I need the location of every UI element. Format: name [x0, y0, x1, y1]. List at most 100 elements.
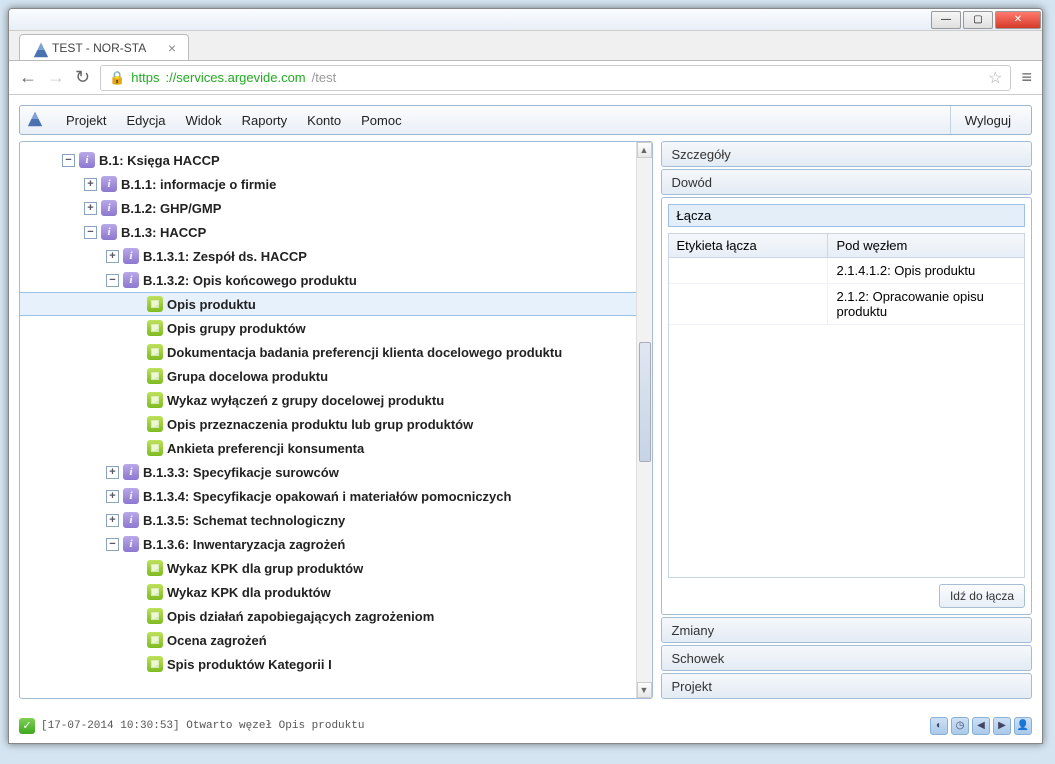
menu-pomoc[interactable]: Pomoc — [351, 113, 411, 128]
section-details[interactable]: Szczegóły — [661, 141, 1032, 167]
section-changes[interactable]: Zmiany — [661, 617, 1032, 643]
info-node-icon — [101, 224, 117, 240]
table-row[interactable]: 2.1.4.1.2: Opis produktu — [669, 258, 1024, 284]
tree-node-label: Wykaz KPK dla produktów — [167, 585, 331, 600]
section-clipboard[interactable]: Schowek — [661, 645, 1032, 671]
links-table: Etykieta łącza Pod węzłem 2.1.4.1.2: Opi… — [668, 233, 1025, 578]
menu-widok[interactable]: Widok — [176, 113, 232, 128]
expand-icon[interactable]: + — [106, 514, 119, 527]
tree-row[interactable]: +B.1.1: informacje o firmie — [20, 172, 636, 196]
tree-row[interactable]: Ocena zagrożeń — [20, 628, 636, 652]
tree-node-label: Spis produktów Kategorii I — [167, 657, 332, 672]
tree-row[interactable]: + B.1.3.5: Schemat technologiczny — [20, 508, 636, 532]
tree-row[interactable]: +B.1.3.4: Specyfikacje opakowań i materi… — [20, 484, 636, 508]
section-project[interactable]: Projekt — [661, 673, 1032, 699]
minimize-button[interactable]: — — [931, 11, 961, 29]
close-tab-icon[interactable]: × — [168, 40, 176, 56]
forward-button[interactable]: → — [47, 67, 65, 88]
goto-row: Idź do łącza — [668, 578, 1025, 608]
url-input[interactable]: 🔒 https://services.argevide.com/test ☆ — [100, 65, 1011, 91]
close-window-button[interactable]: ✕ — [995, 11, 1041, 29]
tree-node-label: B.1.3.6: Inwentaryzacja zagrożeń — [143, 537, 345, 552]
tree-row[interactable]: Spis produktów Kategorii I — [20, 652, 636, 676]
tree-node-label: B.1.3.2: Opis końcowego produktu — [143, 273, 357, 288]
expand-icon[interactable]: + — [106, 466, 119, 479]
tree-scroll-area: − B.1: Księga HACCP +B.1.1: informacje o f… — [20, 142, 636, 698]
tree-row[interactable]: Opis działań zapobiegających zagrożeniom — [20, 604, 636, 628]
scroll-down-icon[interactable]: ▼ — [637, 682, 652, 698]
info-node-icon — [123, 512, 139, 528]
expand-icon[interactable]: + — [84, 202, 97, 215]
tree-row[interactable]: − B.1.3.2: Opis końcowego produktu — [20, 268, 636, 292]
tree-row[interactable]: +B.1.2: GHP/GMP — [20, 196, 636, 220]
collapse-icon[interactable]: − — [84, 226, 97, 239]
tree-row[interactable]: Opis grupy produktów — [20, 316, 636, 340]
tree-node-label: B.1.3.3: Specyfikacje surowców — [143, 465, 339, 480]
status-icon-1[interactable]: ◐ — [930, 717, 948, 735]
menu-projekt[interactable]: Projekt — [56, 113, 116, 128]
window-titlebar: — ▢ ✕ — [9, 9, 1042, 31]
collapse-icon[interactable]: − — [106, 538, 119, 551]
cell-label — [669, 284, 829, 324]
collapse-icon[interactable]: − — [62, 154, 75, 167]
menu-konto[interactable]: Konto — [297, 113, 351, 128]
expand-icon[interactable]: + — [106, 250, 119, 263]
tree-node-label: Grupa docelowa produktu — [167, 369, 328, 384]
section-evidence[interactable]: Dowód — [661, 169, 1032, 195]
browser-window: — ▢ ✕ TEST - NOR-STA × ← → ↻ 🔒 https://s… — [8, 8, 1043, 744]
menu-raporty[interactable]: Raporty — [232, 113, 298, 128]
tree-row[interactable]: Wykaz wyłączeń z grupy docelowej produkt… — [20, 388, 636, 412]
tree-node-label: B.1.3.5: Schemat technologiczny — [143, 513, 345, 528]
tree-row[interactable]: + B.1.3.1: Zespół ds. HACCP — [20, 244, 636, 268]
collapse-icon[interactable]: − — [106, 274, 119, 287]
lock-icon: 🔒 — [109, 70, 125, 86]
document-node-icon — [147, 416, 163, 432]
tree-row[interactable]: Ankieta preferencji konsumenta — [20, 436, 636, 460]
section-links-title[interactable]: Łącza — [668, 204, 1025, 227]
tree-row[interactable]: Wykaz KPK dla produktów — [20, 580, 636, 604]
tree-row[interactable]: Opis produktu — [20, 292, 636, 316]
document-node-icon — [147, 584, 163, 600]
statusbar: ✓ [17-07-2014 10:30:53] Otwarto węzeł Op… — [19, 715, 1032, 737]
maximize-button[interactable]: ▢ — [963, 11, 993, 29]
goto-link-button[interactable]: Idź do łącza — [939, 584, 1025, 608]
status-icon-2[interactable]: ◷ — [951, 717, 969, 735]
tree-node-label: B.1.3.1: Zespół ds. HACCP — [143, 249, 307, 264]
bookmark-star-icon[interactable]: ☆ — [988, 68, 1002, 88]
browser-tab[interactable]: TEST - NOR-STA × — [19, 34, 189, 60]
tree-scrollbar[interactable]: ▲ ▼ — [636, 142, 652, 698]
app-menubar: Projekt Edycja Widok Raporty Konto Pomoc… — [19, 105, 1032, 135]
document-node-icon — [147, 632, 163, 648]
document-node-icon — [147, 608, 163, 624]
browser-menu-icon[interactable]: ≡ — [1021, 67, 1032, 88]
tree-row[interactable]: Grupa docelowa produktu — [20, 364, 636, 388]
tree-row[interactable]: − B.1: Księga HACCP — [20, 148, 636, 172]
tree-row[interactable]: − B.1.3.6: Inwentaryzacja zagrożeń — [20, 532, 636, 556]
url-host: ://services.argevide.com — [165, 70, 305, 85]
document-node-icon — [147, 344, 163, 360]
tree-row[interactable]: + B.1.3.3: Specyfikacje surowców — [20, 460, 636, 484]
logout-button[interactable]: Wyloguj — [950, 106, 1025, 134]
document-node-icon — [147, 320, 163, 336]
tree-row[interactable]: Wykaz KPK dla grup produktów — [20, 556, 636, 580]
tree-row[interactable]: Opis przeznaczenia produktu lub grup pro… — [20, 412, 636, 436]
status-nav-prev-icon[interactable]: ◀ — [972, 717, 990, 735]
status-ok-icon: ✓ — [19, 718, 35, 734]
expand-icon[interactable]: + — [84, 178, 97, 191]
reload-button[interactable]: ↻ — [75, 67, 90, 88]
status-user-icon[interactable]: 👤 — [1014, 717, 1032, 735]
tree-row[interactable]: Dokumentacja badania preferencji klienta… — [20, 340, 636, 364]
tree-row[interactable]: −B.1.3: HACCP — [20, 220, 636, 244]
menu-edycja[interactable]: Edycja — [116, 113, 175, 128]
status-nav-next-icon[interactable]: ▶ — [993, 717, 1011, 735]
tree-node-label: B.1: Księga HACCP — [99, 153, 220, 168]
scroll-up-icon[interactable]: ▲ — [637, 142, 652, 158]
back-button[interactable]: ← — [19, 67, 37, 88]
tree-node-label: Opis działań zapobiegających zagrożeniom — [167, 609, 434, 624]
table-row[interactable]: 2.1.2: Opracowanie opisu produktu — [669, 284, 1024, 325]
info-node-icon — [123, 272, 139, 288]
expand-icon[interactable]: + — [106, 490, 119, 503]
scroll-thumb[interactable] — [639, 342, 651, 462]
tree-node-label: Ankieta preferencji konsumenta — [167, 441, 364, 456]
document-node-icon — [147, 440, 163, 456]
